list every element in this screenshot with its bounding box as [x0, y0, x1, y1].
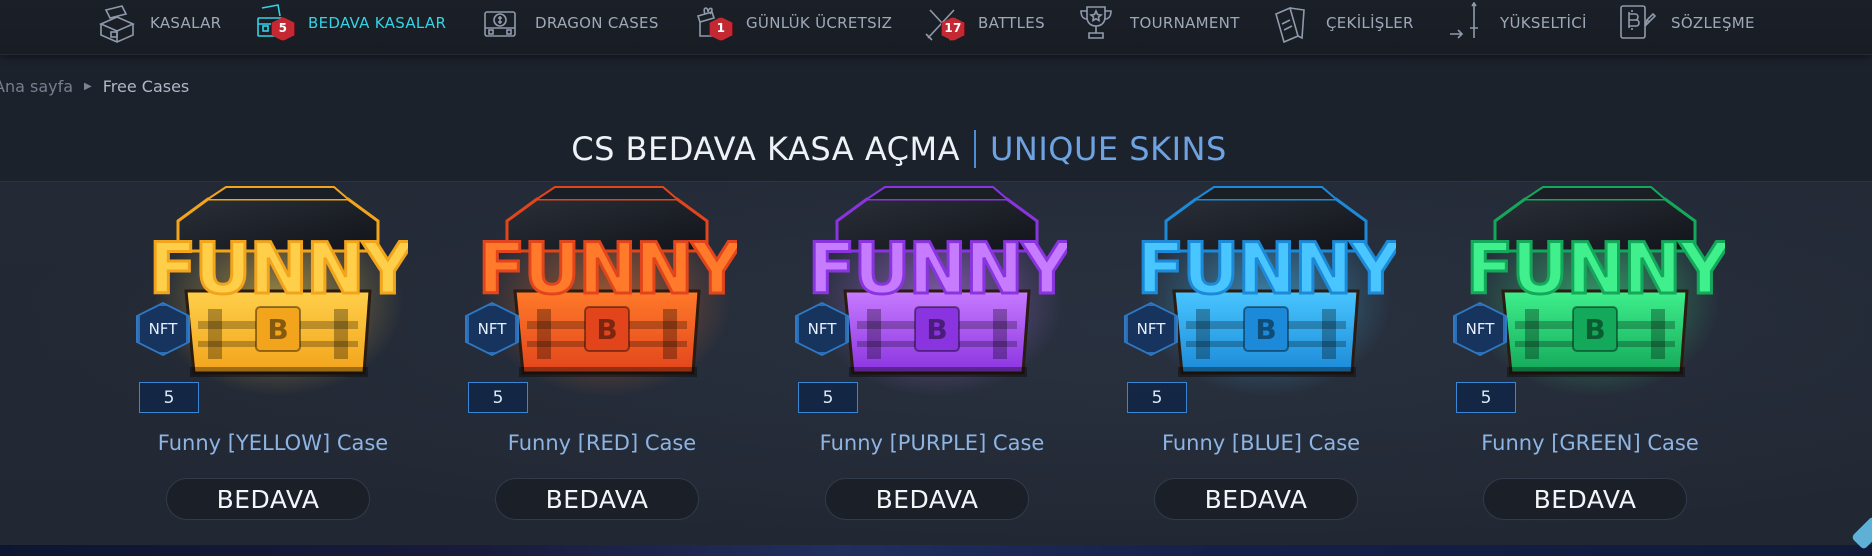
- nav-label: GÜNLÜK ÜCRETSIZ: [746, 14, 893, 32]
- bottom-banner: [0, 545, 1872, 556]
- breadcrumb: Ana sayfa ▶ Free Cases: [0, 77, 189, 96]
- open-case-button[interactable]: BEDAVA: [495, 478, 699, 520]
- case-icon: [96, 2, 138, 44]
- free-case-icon: 5: [254, 2, 296, 44]
- case-art-lettering: FUNNY: [808, 228, 1067, 310]
- nav-item-yukseltici[interactable]: YÜKSELTİCİ: [1446, 0, 1587, 46]
- nav-label: BATTLES: [978, 14, 1045, 32]
- page-title-wrap: CS BEDAVA KASA AÇMA UNIQUE SKINS: [571, 130, 1227, 168]
- open-case-button[interactable]: BEDAVA: [166, 478, 370, 520]
- open-case-button[interactable]: BEDAVA: [825, 478, 1029, 520]
- nav-label: KASALAR: [150, 14, 222, 32]
- case-count: 5: [139, 382, 199, 413]
- svg-text:B: B: [1255, 313, 1276, 346]
- nav-item-tournament[interactable]: TOURNAMENT: [1076, 0, 1240, 46]
- nav-label: BEDAVA KASALAR: [308, 14, 447, 32]
- gift-icon: 1: [692, 2, 734, 44]
- open-case-button[interactable]: BEDAVA: [1154, 478, 1358, 520]
- svg-text:B: B: [267, 313, 288, 346]
- case-card-red[interactable]: B FUNNY NFT 5 Funny [RED] Case BEDAVA: [465, 181, 737, 545]
- trophy-icon: [1076, 2, 1118, 44]
- dollar-case-icon: [481, 2, 523, 44]
- nav-label: ÇEKİLİŞLER: [1326, 14, 1414, 32]
- case-card-green[interactable]: B FUNNY NFT 5 Funny [GREEN] Case BEDAVA: [1453, 181, 1725, 545]
- contract-icon: [1617, 2, 1659, 44]
- case-card-purple[interactable]: B FUNNY NFT 5 Funny [PURPLE] Case BEDAVA: [795, 181, 1067, 545]
- case-count: 5: [798, 382, 858, 413]
- breadcrumb-separator-icon: ▶: [84, 81, 92, 92]
- svg-text:B: B: [1584, 313, 1605, 346]
- svg-text:B: B: [926, 313, 947, 346]
- case-art-lettering: FUNNY: [478, 228, 737, 310]
- nav-label: YÜKSELTİCİ: [1500, 14, 1587, 32]
- nav-item-bedava-kasalar[interactable]: 5 BEDAVA KASALAR: [254, 0, 446, 46]
- page-title-accent: UNIQUE SKINS: [990, 130, 1227, 168]
- nav-label: SÖZLEŞME: [1671, 14, 1755, 32]
- svg-text:B: B: [596, 313, 617, 346]
- title-divider: [974, 130, 976, 168]
- nav-item-cekilisler[interactable]: ÇEKİLİŞLER: [1272, 0, 1414, 46]
- case-art-lettering: FUNNY: [1466, 228, 1725, 310]
- nav-item-battles[interactable]: 17 BATTLES: [924, 0, 1045, 46]
- nav-label: DRAGON CASES: [535, 14, 659, 32]
- case-art-lettering: FUNNY: [149, 228, 408, 310]
- nav-item-gunluk-ucretsiz[interactable]: 1 GÜNLÜK ÜCRETSIZ: [692, 0, 892, 46]
- top-navigation: KASALAR 5 BEDAVA KASALAR DRAGON CASES 1 …: [0, 0, 1872, 55]
- case-count: 5: [1127, 382, 1187, 413]
- case-count: 5: [1456, 382, 1516, 413]
- case-name[interactable]: Funny [GREEN] Case: [1395, 431, 1785, 455]
- nav-item-sozlesme[interactable]: SÖZLEŞME: [1617, 0, 1755, 46]
- page-title-main: CS BEDAVA KASA AÇMA: [571, 130, 960, 168]
- case-card-blue[interactable]: B FUNNY NFT 5 Funny [BLUE] Case BEDAVA: [1124, 181, 1396, 545]
- breadcrumb-current: Free Cases: [102, 77, 190, 96]
- cards-icon: [1272, 2, 1314, 44]
- page-title: CS BEDAVA KASA AÇMA UNIQUE SKINS: [0, 128, 1872, 170]
- nav-item-dragon-cases[interactable]: DRAGON CASES: [481, 0, 659, 46]
- open-case-button[interactable]: BEDAVA: [1483, 478, 1687, 520]
- upgrade-sword-icon: [1446, 2, 1488, 44]
- nav-item-kasalar[interactable]: KASALAR: [96, 0, 221, 46]
- breadcrumb-home-link[interactable]: Ana sayfa: [0, 77, 73, 96]
- case-art-lettering: FUNNY: [1137, 228, 1396, 310]
- case-card-yellow[interactable]: B FUNNY NFT 5 Funny [YELLOW] Case BEDAVA: [136, 181, 408, 545]
- case-count: 5: [468, 382, 528, 413]
- crossed-swords-icon: 17: [924, 2, 966, 44]
- nav-label: TOURNAMENT: [1130, 14, 1240, 32]
